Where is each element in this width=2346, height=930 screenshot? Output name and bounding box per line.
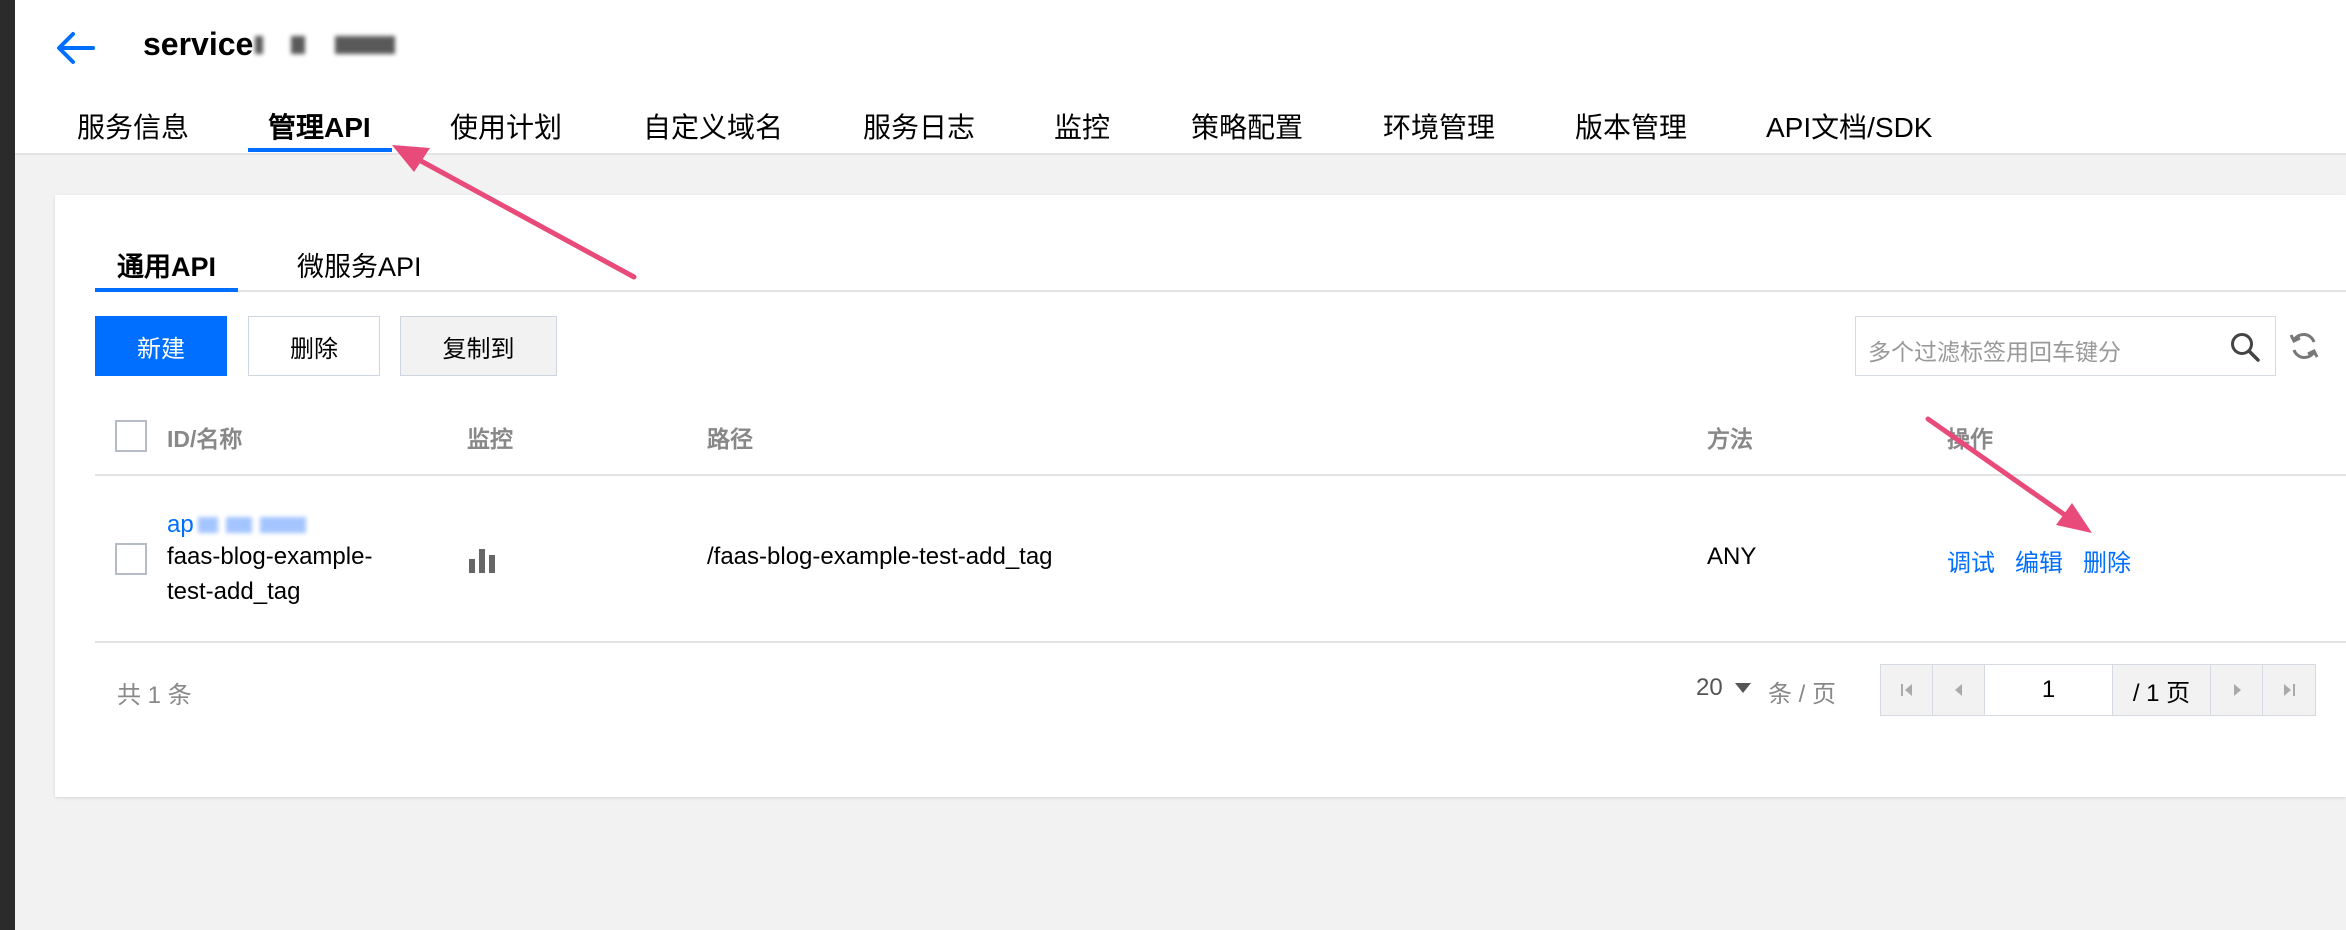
first-page-button[interactable] (1881, 665, 1933, 715)
search-input[interactable]: 多个过滤标签用回车键分 (1868, 333, 2121, 367)
tab-environment-management[interactable]: 环境管理 (1383, 106, 1495, 146)
active-subtab-indicator (95, 288, 238, 292)
tab-microservice-api[interactable]: 微服务API (297, 245, 422, 284)
redacted-mark (259, 517, 306, 533)
api-method: ANY (1707, 543, 1757, 570)
window-edge (0, 0, 15, 930)
redacted-mark (197, 517, 218, 533)
next-page-button[interactable] (2211, 665, 2263, 715)
redacted-mark (291, 35, 306, 54)
total-count: 共 1 条 (117, 682, 192, 709)
debug-link[interactable]: 调试 (1947, 543, 1995, 578)
header-divider (95, 474, 2346, 476)
tab-general-api[interactable]: 通用API (117, 245, 216, 284)
tab-manage-api[interactable]: 管理API (268, 106, 371, 146)
page-size-value[interactable]: 20 (1696, 674, 1723, 702)
api-id-text[interactable]: ap (167, 511, 194, 539)
redacted-mark (255, 35, 264, 54)
delete-button[interactable]: 删除 (248, 316, 380, 376)
tab-monitoring[interactable]: 监控 (1054, 106, 1110, 146)
header: service 服务信息 管理API 使用计划 自定义域名 服务日志 监控 策略… (15, 0, 2346, 155)
select-all-checkbox[interactable] (115, 420, 147, 452)
pager: 1 / 1 页 (1880, 664, 2316, 716)
tab-api-docs-sdk[interactable]: API文档/SDK (1766, 106, 1932, 146)
column-header-monitor: 监控 (467, 426, 513, 452)
column-header-method: 方法 (1707, 426, 1753, 452)
search-icon[interactable] (2229, 331, 2261, 363)
copy-to-button[interactable]: 复制到 (400, 316, 557, 376)
redacted-mark (335, 35, 396, 54)
last-page-icon (2284, 684, 2295, 696)
prev-page-icon (1954, 684, 1962, 696)
delete-link[interactable]: 删除 (2083, 543, 2131, 578)
tab-usage-plan[interactable]: 使用计划 (450, 106, 562, 146)
api-type-tabs: 通用API 微服务API (95, 245, 2346, 292)
column-header-actions: 操作 (1947, 426, 1993, 452)
refresh-icon[interactable] (2288, 330, 2320, 362)
tab-version-management[interactable]: 版本管理 (1575, 106, 1687, 146)
filter-search[interactable]: 多个过滤标签用回车键分 (1855, 316, 2276, 376)
tab-service-logs[interactable]: 服务日志 (863, 106, 975, 146)
edit-link[interactable]: 编辑 (2015, 543, 2063, 578)
last-page-button[interactable] (2263, 665, 2315, 715)
api-id-link[interactable]: ap (167, 511, 306, 539)
row-divider (95, 641, 2346, 643)
per-page-label: 条 / 页 (1768, 681, 1837, 708)
total-pages: / 1 页 (2113, 665, 2211, 715)
api-name-line-2: test-add_tag (167, 578, 301, 605)
redacted-mark (225, 517, 252, 533)
first-page-icon (1900, 684, 1912, 696)
service-title: service (143, 26, 396, 63)
api-name-line-1: faas-blog-example- (167, 543, 373, 570)
api-list-panel: 通用API 微服务API 新建 删除 复制到 多个过滤标签用回车键分 ID/名称… (55, 195, 2346, 797)
new-api-button[interactable]: 新建 (95, 316, 227, 376)
service-name-text: service (143, 26, 254, 62)
page-size-select[interactable]: 20 (1696, 674, 1751, 702)
api-path: /faas-blog-example-test-add_tag (707, 543, 1053, 570)
bar-chart-icon[interactable] (467, 545, 497, 575)
active-tab-indicator (248, 148, 392, 152)
column-header-path: 路径 (707, 426, 753, 452)
column-header-id-name: ID/名称 (167, 426, 243, 452)
tab-policy-config[interactable]: 策略配置 (1191, 106, 1303, 146)
row-checkbox[interactable] (115, 543, 147, 575)
prev-page-button[interactable] (1933, 665, 1985, 715)
tab-service-info[interactable]: 服务信息 (77, 106, 189, 146)
next-page-icon (2233, 684, 2241, 696)
page-number-input[interactable]: 1 (1985, 665, 2113, 715)
caret-down-icon[interactable] (1734, 683, 1751, 693)
back-arrow-icon[interactable] (53, 28, 97, 68)
tab-custom-domain[interactable]: 自定义域名 (643, 106, 783, 146)
